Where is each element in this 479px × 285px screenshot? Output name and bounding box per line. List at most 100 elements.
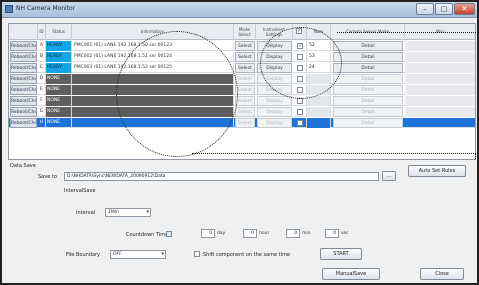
table-row[interactable]: Reboot/CheckHNONE SelectDisplay Detail: [9, 118, 475, 128]
table-row[interactable]: Reboot/CheckFNONE SelectDisplay Detail: [9, 96, 475, 106]
display-button[interactable]: Display: [257, 41, 292, 51]
enable-checkbox[interactable]: [297, 76, 303, 82]
detail-button[interactable]: Detail: [333, 85, 403, 95]
cell-id: H: [38, 118, 46, 128]
num-value: [307, 85, 331, 95]
secs-unit: sec: [341, 231, 349, 236]
camera-info: PMC002 (01) LANE 192.168.1.51 ser 00124: [72, 52, 234, 62]
select-button[interactable]: Select: [235, 107, 255, 117]
reboot-check-button[interactable]: Reboot/Check: [10, 74, 37, 84]
interval-value: 1Min: [108, 210, 119, 215]
display-button[interactable]: Display: [257, 52, 292, 62]
detail-button[interactable]: Detail: [333, 41, 403, 51]
enable-cell: [293, 107, 307, 117]
enable-cell: [293, 52, 307, 62]
table-row[interactable]: Reboot/CheckCREADYPMC003 (01) LANE 192.1…: [9, 63, 475, 73]
auto-set-rules-button[interactable]: Auto Set Rules: [408, 165, 466, 177]
enable-checkbox[interactable]: [297, 54, 303, 60]
chevron-down-icon: ▾: [146, 209, 149, 215]
minimize-button[interactable]: –: [416, 3, 434, 15]
table-row[interactable]: Reboot/CheckENONE SelectDisplay Detail: [9, 85, 475, 95]
reboot-check-button[interactable]: Reboot/Check: [10, 52, 37, 62]
table-row[interactable]: Reboot/CheckBREADYPMC002 (01) LANE 192.1…: [9, 52, 475, 62]
manual-save-button[interactable]: ManualSave: [322, 268, 380, 280]
enable-cell: [293, 85, 307, 95]
enable-checkbox[interactable]: [297, 120, 303, 126]
detail-button[interactable]: Detail: [333, 52, 403, 62]
reboot-check-button[interactable]: Reboot/Check: [10, 63, 37, 73]
status-badge: READY: [46, 63, 72, 73]
reboot-check-button[interactable]: Reboot/Check: [10, 107, 37, 117]
close-button[interactable]: Close: [420, 268, 464, 280]
header-check-icon[interactable]: ✓: [296, 28, 302, 34]
hours-input[interactable]: 0: [243, 229, 257, 238]
display-button[interactable]: Display: [257, 107, 292, 117]
save-path-field[interactable]: D:\NHDATA\Sync\NEWDATA_20090912\Data: [64, 172, 379, 181]
camera-info: PMC003 (01) LANE 192.168.1.52 ser 00125: [72, 63, 234, 73]
interval-select[interactable]: 1Min ▾: [105, 208, 151, 217]
detail-button[interactable]: Detail: [333, 118, 403, 128]
num-value: [307, 74, 331, 84]
window-title: NH Camera Monitor: [16, 5, 76, 12]
camera-info: [72, 96, 234, 106]
file-boundary-select[interactable]: OFF ▾: [110, 250, 166, 259]
data-save-section: Data Save: [10, 163, 36, 169]
status-badge: NONE: [46, 118, 72, 128]
enable-checkbox[interactable]: [297, 98, 303, 104]
display-button[interactable]: Display: [257, 96, 292, 106]
display-button[interactable]: Display: [257, 63, 292, 73]
header-instrument-settings: Instrument Settings: [256, 24, 293, 40]
cell-id: G: [38, 107, 46, 117]
display-button[interactable]: Display: [257, 74, 292, 84]
detail-button[interactable]: Detail: [333, 107, 403, 117]
days-unit: day: [217, 231, 226, 236]
select-button[interactable]: Select: [235, 118, 255, 128]
misc-cell: [405, 74, 475, 84]
secs-input[interactable]: 0: [325, 229, 339, 238]
enable-checkbox[interactable]: [297, 109, 303, 115]
days-input[interactable]: 0: [201, 229, 215, 238]
mins-input[interactable]: 0: [286, 229, 300, 238]
display-button[interactable]: Display: [257, 118, 292, 128]
select-button[interactable]: Select: [235, 85, 255, 95]
detail-button[interactable]: Detail: [333, 74, 403, 84]
interval-label: Interval: [76, 210, 96, 216]
enable-cell: [293, 74, 307, 84]
detail-button[interactable]: Detail: [333, 96, 403, 106]
table-row[interactable]: Reboot/CheckGNONE SelectDisplay Detail: [9, 107, 475, 117]
table-row[interactable]: Reboot/CheckAREADYPMC001 (01) LANE 192.1…: [9, 41, 475, 51]
status-badge: NONE: [46, 74, 72, 84]
display-button[interactable]: Display: [257, 85, 292, 95]
header-id: ID: [38, 24, 46, 40]
cell-id: F: [38, 96, 46, 106]
enable-checkbox[interactable]: [297, 65, 303, 71]
start-button[interactable]: START: [320, 248, 362, 260]
detail-button[interactable]: Detail: [333, 63, 403, 73]
header-num: Num: [307, 24, 331, 40]
reboot-check-button[interactable]: Reboot/Check: [10, 85, 37, 95]
countdown-checkbox[interactable]: [166, 231, 172, 237]
main-window: NH Camera Monitor – □ ✕ ID Status Inform…: [0, 0, 479, 285]
cell-id: A: [38, 41, 46, 51]
misc-cell: [405, 52, 475, 62]
shift-checkbox[interactable]: [194, 251, 200, 257]
reboot-check-button[interactable]: Reboot/Check: [10, 118, 37, 128]
cell-id: C: [38, 63, 46, 73]
select-button[interactable]: Select: [235, 74, 255, 84]
chevron-down-icon: ▾: [161, 251, 164, 257]
enable-checkbox[interactable]: ✓: [297, 43, 303, 49]
browse-button[interactable]: ...: [382, 171, 396, 181]
save-to-label: Save to: [38, 174, 57, 180]
select-button[interactable]: Select: [235, 63, 255, 73]
select-button[interactable]: Select: [235, 41, 255, 51]
camera-info: PMC001 (01) LANE 192.168.1.50 ser 00123: [72, 41, 234, 51]
reboot-check-button[interactable]: Reboot/Check: [10, 41, 37, 51]
maximize-button[interactable]: □: [435, 3, 453, 15]
select-button[interactable]: Select: [235, 52, 255, 62]
close-window-button[interactable]: ✕: [454, 3, 475, 15]
table-row[interactable]: Reboot/CheckDNONE SelectDisplay Detail: [9, 74, 475, 84]
enable-checkbox[interactable]: [297, 87, 303, 93]
reboot-check-button[interactable]: Reboot/Check: [10, 96, 37, 106]
num-value: [307, 96, 331, 106]
select-button[interactable]: Select: [235, 96, 255, 106]
